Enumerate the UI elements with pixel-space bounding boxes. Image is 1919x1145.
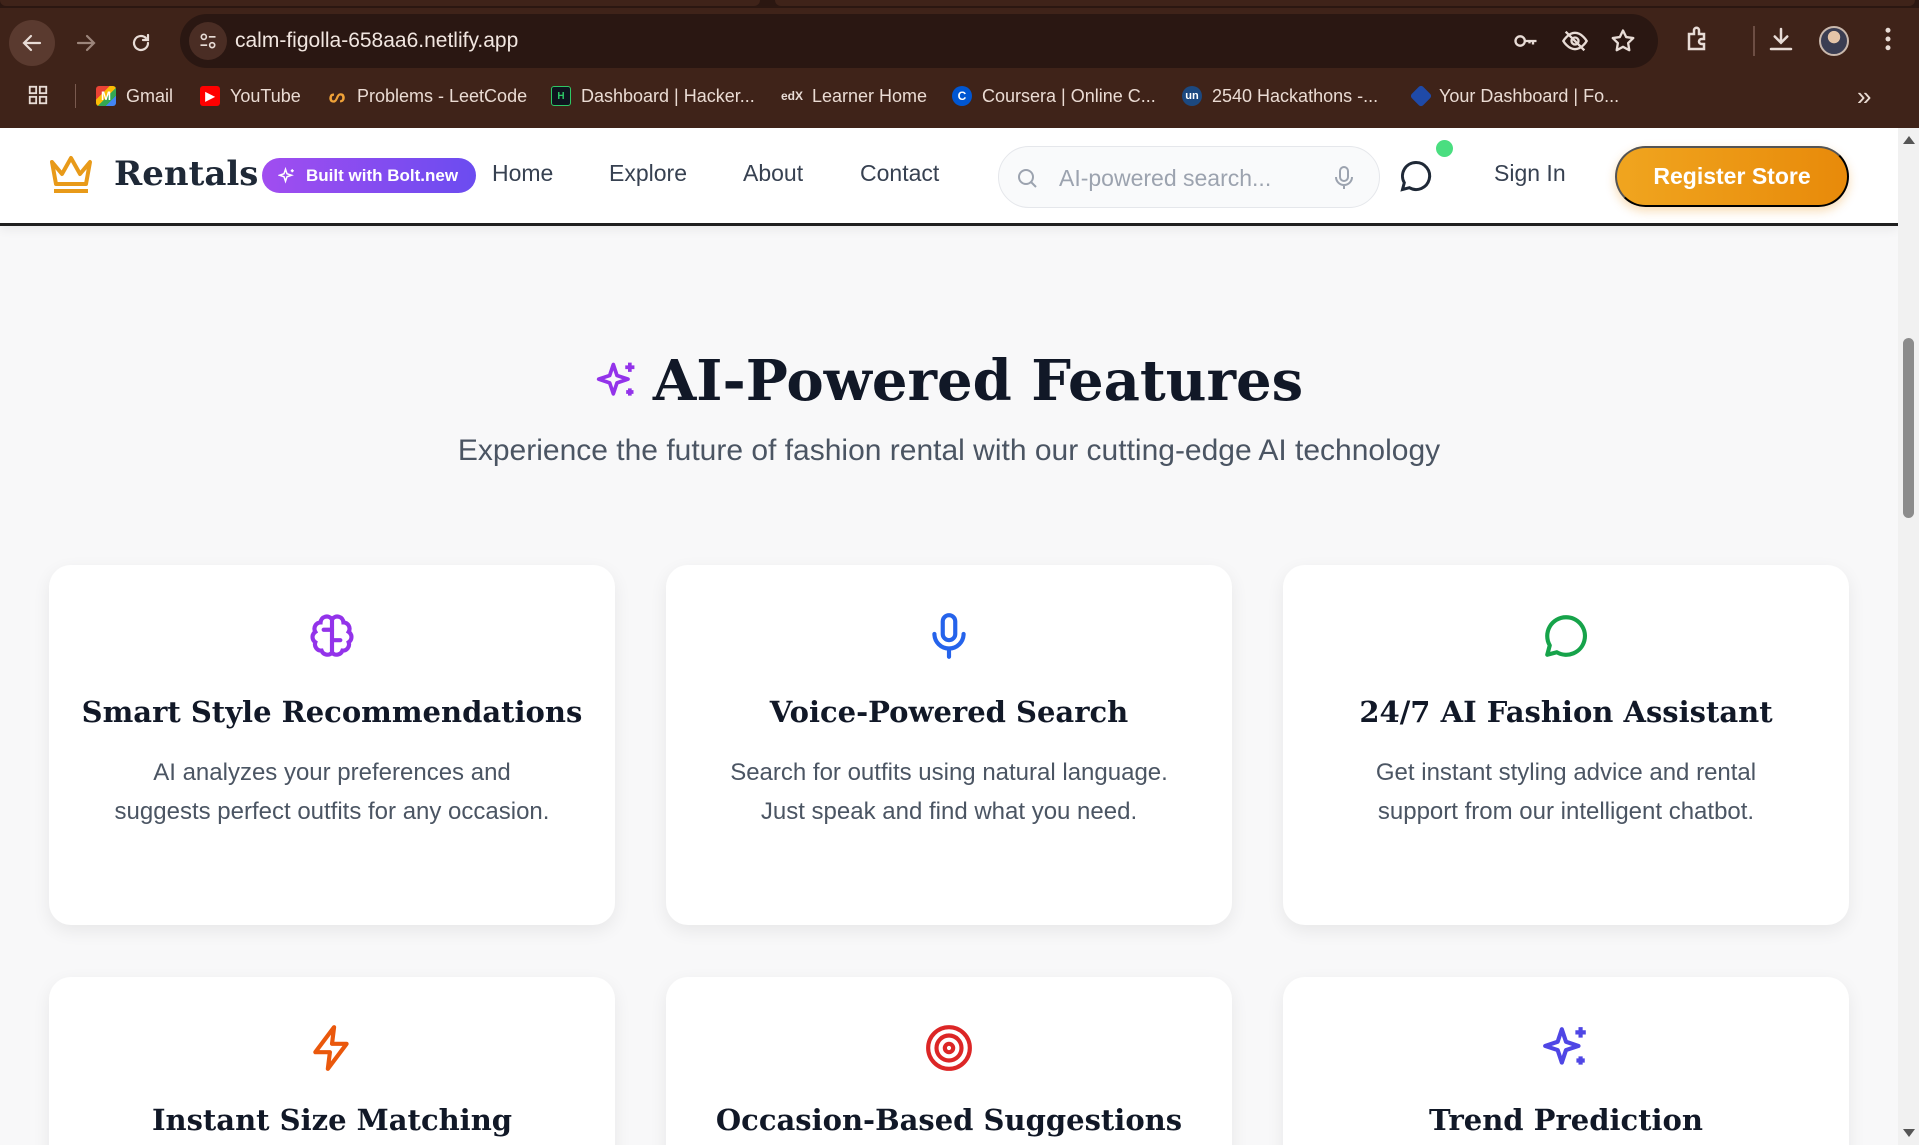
- download-icon[interactable]: [1766, 24, 1796, 54]
- feature-title: Instant Size Matching: [151, 1103, 513, 1137]
- feature-description: Search for outfits using natural languag…: [730, 759, 1168, 825]
- site-info-icon[interactable]: [189, 22, 227, 60]
- bookmark-label: Learner Home: [812, 85, 928, 106]
- bookmark-leetcode[interactable]: ᔕ Problems - LeetCode: [327, 82, 527, 110]
- vertical-scrollbar[interactable]: [1898, 128, 1919, 1145]
- bookmark-dashboard[interactable]: Your Dashboard | Fo...: [1409, 82, 1620, 110]
- extensions-icon[interactable]: [1684, 24, 1714, 54]
- sparkles-icon: [596, 362, 635, 396]
- bookmark-coursera[interactable]: C Coursera | Online C...: [952, 82, 1156, 110]
- feature-title: Voice-Powered Search: [769, 695, 1129, 729]
- bookmark-label: Gmail: [126, 85, 174, 106]
- tab-strip: [0, 0, 1919, 8]
- feature-description: AI analyzes your preferences and suggest…: [114, 759, 550, 825]
- microphone-icon[interactable]: [1333, 165, 1355, 191]
- tab-edge: [775, 0, 1915, 6]
- chat-icon[interactable]: [1398, 158, 1434, 194]
- section-heading: AI-Powered Features: [0, 348, 1898, 414]
- ai-search-input[interactable]: AI-powered search...: [998, 146, 1380, 208]
- feature-card: Instant Size Matching: [49, 977, 615, 1145]
- scroll-up-arrow-icon[interactable]: [1903, 136, 1915, 144]
- bolt-badge-label: Built with Bolt.new: [306, 165, 459, 185]
- youtube-icon: ▶: [200, 86, 220, 106]
- reload-icon: [132, 33, 150, 52]
- feature-card: 24/7 AI Fashion Assistant Get instant st…: [1283, 565, 1849, 925]
- bookmarks-bar: M Gmail ▶ YouTube ᔕ Problems - LeetCode …: [0, 78, 1919, 114]
- kebab-menu-icon[interactable]: [1873, 24, 1903, 54]
- bookmark-label: Dashboard | Hacker...: [581, 85, 755, 106]
- brain-icon: [310, 614, 354, 657]
- browser-chrome: calm-figolla-658aa6.netlify.app M Gmail …: [0, 0, 1919, 128]
- lightning-icon: [313, 1025, 349, 1071]
- feature-title: Occasion-Based Suggestions: [715, 1103, 1183, 1137]
- arrow-left-icon: [22, 34, 42, 52]
- site-header: Rentals Built with Bolt.new Home Explore…: [0, 128, 1898, 226]
- feature-card: Trend Prediction: [1283, 977, 1849, 1145]
- feature-card: Voice-Powered Search Search for outfits …: [666, 565, 1232, 925]
- section-title: AI-Powered Features: [652, 348, 1304, 414]
- scrollbar-thumb[interactable]: [1903, 338, 1914, 518]
- page-viewport: Rentals Built with Bolt.new Home Explore…: [0, 128, 1898, 1145]
- bookmark-label: Your Dashboard | Fo...: [1439, 85, 1620, 106]
- feature-description: Get instant styling advice and rental su…: [1375, 759, 1757, 825]
- hackerrank-icon: H: [551, 86, 571, 106]
- dashboard-icon: [1409, 84, 1433, 108]
- search-icon: [1018, 169, 1037, 188]
- chat-bubble-icon: [1545, 615, 1587, 657]
- bolt-badge[interactable]: Built with Bolt.new: [262, 158, 477, 193]
- key-icon[interactable]: [1512, 27, 1540, 55]
- gmail-icon: M: [96, 86, 116, 106]
- bookmark-hackerrank[interactable]: H Dashboard | Hacker...: [551, 82, 755, 110]
- toolbar-divider: [1753, 26, 1755, 56]
- tab-active-edge: [0, 0, 760, 6]
- feature-title: Smart Style Recommendations: [81, 695, 583, 729]
- eye-off-icon[interactable]: [1561, 27, 1589, 55]
- section-subtitle: Experience the future of fashion rental …: [457, 434, 1441, 467]
- sparkles-icon: [1543, 1027, 1586, 1065]
- scroll-down-arrow-icon[interactable]: [1903, 1129, 1915, 1137]
- bookmark-gmail[interactable]: M Gmail: [96, 82, 173, 110]
- nav-contact[interactable]: Contact: [860, 160, 939, 187]
- nav-home[interactable]: Home: [492, 160, 553, 187]
- more-bookmarks-button[interactable]: »: [1857, 81, 1871, 111]
- search-placeholder: AI-powered search...: [1059, 165, 1272, 191]
- address-bar[interactable]: calm-figolla-658aa6.netlify.app: [180, 14, 1658, 68]
- coursera-icon: C: [952, 86, 972, 106]
- bookmark-label: Coursera | Online C...: [982, 85, 1156, 106]
- bookmark-label: Problems - LeetCode: [357, 85, 528, 106]
- brand-name[interactable]: Rentals: [114, 154, 258, 194]
- arrow-right-icon: [76, 34, 96, 52]
- feature-title: Trend Prediction: [1429, 1103, 1703, 1137]
- microphone-icon: [932, 613, 966, 659]
- sparkles-icon: [278, 166, 294, 184]
- profile-avatar[interactable]: [1819, 26, 1849, 56]
- edx-icon: edX: [781, 89, 804, 103]
- star-icon[interactable]: [1609, 27, 1637, 55]
- back-button[interactable]: [9, 20, 55, 66]
- bookmark-youtube[interactable]: ▶ YouTube: [200, 82, 301, 110]
- feature-card: Occasion-Based Suggestions: [666, 977, 1232, 1145]
- reload-button[interactable]: [118, 20, 164, 66]
- url-text[interactable]: calm-figolla-658aa6.netlify.app: [235, 29, 518, 53]
- bookmark-label: 2540 Hackathons -...: [1212, 85, 1379, 106]
- online-status-dot: [1436, 140, 1453, 157]
- feature-title: 24/7 AI Fashion Assistant: [1359, 695, 1773, 729]
- crown-icon[interactable]: [48, 154, 94, 194]
- bookmark-label: YouTube: [230, 85, 301, 106]
- sign-in-link[interactable]: Sign In: [1494, 160, 1566, 187]
- leetcode-icon: ᔕ: [328, 85, 346, 106]
- nav-explore[interactable]: Explore: [609, 160, 687, 187]
- target-icon: [926, 1025, 972, 1071]
- nav-about[interactable]: About: [743, 160, 803, 187]
- forward-button[interactable]: [63, 20, 109, 66]
- feature-card: Smart Style Recommendations AI analyzes …: [49, 565, 615, 925]
- unstop-icon: un: [1182, 86, 1202, 106]
- register-store-button[interactable]: Register Store: [1615, 146, 1849, 207]
- bookmark-unstop[interactable]: un 2540 Hackathons -...: [1182, 82, 1378, 110]
- bookmark-edx[interactable]: edX Learner Home: [781, 82, 928, 110]
